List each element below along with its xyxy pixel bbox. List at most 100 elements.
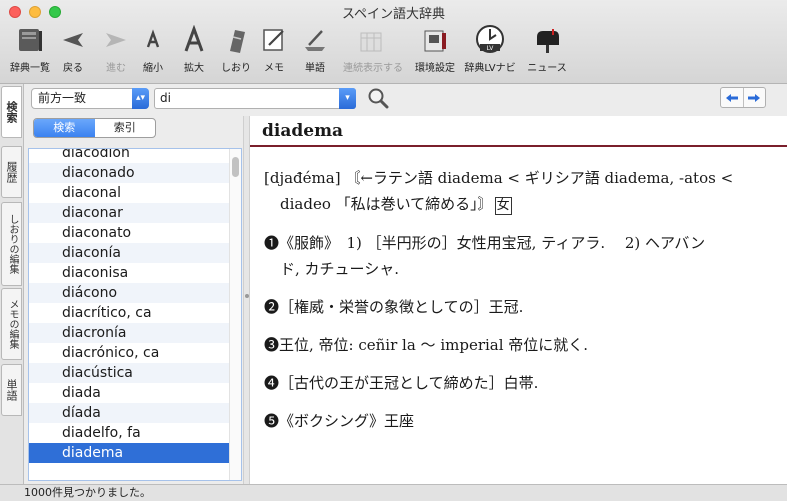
search-mode-select[interactable]: 前方一致 ▴▾ <box>31 88 149 109</box>
preferences-icon <box>419 24 451 56</box>
word-list-item[interactable]: diacodión <box>29 149 229 163</box>
news-button[interactable]: ニュース <box>519 20 575 78</box>
word-list-item[interactable]: diaconal <box>29 183 229 203</box>
toolbar-label: 単語 <box>305 63 325 74</box>
next-entry-button[interactable] <box>744 88 766 107</box>
word-list-item[interactable]: diadema <box>29 443 229 463</box>
sense-number: ❶ <box>264 234 280 252</box>
word-list-item[interactable]: diacrónico, ca <box>29 343 229 363</box>
etymology-line: [djađéma] 〘←ラテン語 diadema < ギリシア語 diadema… <box>264 169 734 187</box>
sense-text: 王位, 帝位: ceñir la 〜 imperial 帝位に就く. <box>279 336 589 354</box>
lv-navi-icon: LV <box>474 24 506 56</box>
book-stack-icon <box>14 24 46 56</box>
sense-line: ❸王位, 帝位: ceñir la 〜 imperial 帝位に就く. <box>264 332 775 358</box>
word-list-item[interactable]: díada <box>29 403 229 423</box>
status-bar: 1000件見つかりました。 <box>0 484 787 501</box>
back-arrow-icon <box>57 24 89 56</box>
word-list-item[interactable]: diaconado <box>29 163 229 183</box>
previous-entry-button[interactable] <box>721 88 744 107</box>
toolbar-label: 環境設定 <box>415 63 455 74</box>
tab-history[interactable]: 履歴 <box>1 146 22 198</box>
word-list-items: diacodión diaconado diaconal diaconar diacon… <box>29 149 229 463</box>
sense-number: ❸ <box>264 336 280 354</box>
enlarge-text-icon <box>178 24 210 56</box>
search-input[interactable]: di ▾ <box>154 88 356 109</box>
sense-line: ❺《ボクシング》王座 <box>264 408 775 434</box>
tab-search-char-1: 検 <box>5 101 18 112</box>
word-list-item[interactable]: diacrítico, ca <box>29 303 229 323</box>
left-arrow-icon <box>725 93 738 102</box>
side-tab-bar: 検索 履歴 しおりの編集 メモの編集 単語 <box>0 84 24 484</box>
gender-badge: 女 <box>494 197 512 215</box>
tab-search-char-2: 索 <box>5 112 18 123</box>
continuous-display-icon <box>355 24 387 56</box>
entry-senses: ❶《服飾》 1) ［半円形の］女性用宝冠, ティアラ. 2) ヘアバン ド, カチ… <box>264 230 775 434</box>
sense-item: ❷［権威・栄誉の象徴としての］王冠. <box>264 294 775 320</box>
memo-icon <box>258 24 290 56</box>
sense-text: ［権威・栄誉の象徴としての］王冠. <box>279 298 524 316</box>
sense-line: ド, カチューシャ. <box>280 260 400 278</box>
entry-header: diadema <box>250 116 787 147</box>
word-button[interactable]: 単語 <box>287 20 343 78</box>
sense-line: ❶《服飾》 1) ［半円形の］女性用宝冠, ティアラ. 2) ヘアバン <box>264 230 775 256</box>
sense-number: ❷ <box>264 298 280 316</box>
scroll-thumb[interactable] <box>232 157 239 177</box>
sense-item: ❸王位, 帝位: ceñir la 〜 imperial 帝位に就く. <box>264 332 775 358</box>
tab-words[interactable]: 単語 <box>1 364 22 416</box>
sense-number: ❺ <box>264 412 280 430</box>
word-list-scrollbar[interactable] <box>229 149 241 480</box>
segment-search[interactable]: 検索 <box>34 119 95 137</box>
tab-words-char-2: 語 <box>5 390 18 401</box>
search-index-toggle: 検索 索引 <box>33 118 156 138</box>
entry-headword: diadema <box>262 121 344 141</box>
segment-index[interactable]: 索引 <box>95 119 156 137</box>
word-list-item[interactable]: diaconisa <box>29 263 229 283</box>
search-mode-value: 前方一致 <box>38 91 87 105</box>
tab-bookmark-edit[interactable]: しおりの編集 <box>1 202 22 286</box>
search-input-value: di <box>160 91 171 105</box>
entry-etymology: [djađéma] 〘←ラテン語 diadema < ギリシア語 diadema… <box>264 165 775 217</box>
right-arrow-icon <box>748 93 761 102</box>
word-list-item[interactable]: diacústica <box>29 363 229 383</box>
continuous-display-button[interactable]: 連続表示する <box>343 20 403 78</box>
word-list-item[interactable]: diada <box>29 383 229 403</box>
word-list-item[interactable]: diácono <box>29 283 229 303</box>
chevron-down-icon: ▾ <box>339 88 356 109</box>
chevron-updown-icon: ▴▾ <box>132 88 149 109</box>
word-list-item[interactable]: diacronía <box>29 323 229 343</box>
entry-pane: diadema [djađéma] 〘←ラテン語 diadema < ギリシア語… <box>250 116 787 484</box>
word-icon <box>299 24 331 56</box>
entry-navigation <box>720 87 766 108</box>
toolbar-label: 連続表示する <box>343 63 403 74</box>
word-list-item[interactable]: diaconía <box>29 243 229 263</box>
shrink-text-icon <box>137 24 169 56</box>
title-bar: スペイン語大辞典 辞典一覧 戻る 進む 縮小 拡大 しおり メモ 単語 連続表示… <box>0 0 787 84</box>
lv-navi-button[interactable]: LV 辞典LVナビ <box>462 20 518 78</box>
tab-history-char-1: 履 <box>5 161 18 172</box>
sense-text: ［古代の王が王冠として締めた］白帯. <box>279 374 539 392</box>
sense-item: ❹［古代の王が王冠として締めた］白帯. <box>264 370 775 396</box>
tab-memo-edit[interactable]: メモの編集 <box>1 288 22 360</box>
sense-text: 《服飾》 1) ［半円形の］女性用宝冠, ティアラ. 2) ヘアバン <box>279 234 706 252</box>
word-list-item[interactable]: diaconar <box>29 203 229 223</box>
word-list-item[interactable]: diadelfo, fa <box>29 423 229 443</box>
preferences-button[interactable]: 環境設定 <box>407 20 463 78</box>
sense-item: ❺《ボクシング》王座 <box>264 408 775 434</box>
etymology-line: diadeo 「私は巻いて締める」〙女 <box>264 191 775 217</box>
news-mailbox-icon <box>531 24 563 56</box>
toolbar-label: 辞典LVナビ <box>464 63 516 74</box>
tab-words-char-1: 単 <box>5 379 18 390</box>
toolbar-label: ニュース <box>527 63 567 74</box>
search-bar: 前方一致 ▴▾ di ▾ <box>24 84 787 116</box>
tab-search[interactable]: 検索 <box>1 86 22 138</box>
word-list-item[interactable]: diaconato <box>29 223 229 243</box>
splitter-grip-icon <box>245 294 249 298</box>
tab-history-char-2: 歴 <box>5 172 18 183</box>
sense-text: 《ボクシング》王座 <box>279 412 415 430</box>
svg-text:LV: LV <box>487 45 495 52</box>
search-icon[interactable] <box>367 87 389 109</box>
etymology-line-text: diadeo 「私は巻いて締める」〙 <box>280 195 493 213</box>
sense-item: ❶《服飾》 1) ［半円形の］女性用宝冠, ティアラ. 2) ヘアバン ド, カチ… <box>264 230 775 282</box>
pane-splitter[interactable] <box>243 116 250 484</box>
status-text: 1000件見つかりました。 <box>24 486 151 499</box>
